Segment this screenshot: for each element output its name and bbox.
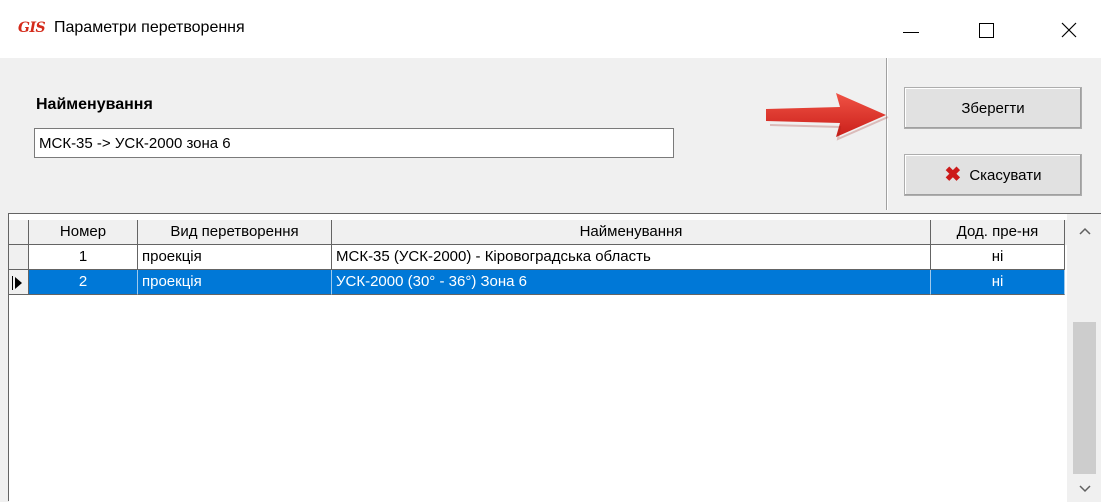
header-type[interactable]: Вид перетворення — [138, 220, 332, 245]
table-row-selected[interactable]: 2 проекція УСК-2000 (30° - 36°) Зона 6 н… — [9, 270, 1067, 295]
current-row-icon — [12, 276, 22, 290]
table-row[interactable]: 1 проекція МСК-35 (УСК-2000) - Кіровогра… — [9, 245, 1067, 270]
chevron-up-icon[interactable] — [1067, 218, 1101, 244]
save-button-label: Зберегти — [961, 99, 1025, 117]
cell-name[interactable]: УСК-2000 (30° - 36°) Зона 6 — [332, 270, 931, 295]
app-logo: GIS — [18, 20, 46, 36]
close-icon[interactable] — [1046, 12, 1092, 48]
cell-name[interactable]: МСК-35 (УСК-2000) - Кіровоградська облас… — [332, 245, 931, 270]
name-input[interactable] — [34, 128, 674, 158]
header-number[interactable]: Номер — [29, 220, 138, 245]
scroll-thumb[interactable] — [1073, 322, 1096, 474]
header-extra[interactable]: Дод. пре-ня — [931, 220, 1065, 245]
cancel-button[interactable]: ✖ Скасувати — [904, 154, 1082, 196]
name-label: Найменування — [36, 96, 153, 113]
minimize-icon[interactable] — [888, 12, 934, 48]
grid-header-row: Номер Вид перетворення Найменування Дод.… — [9, 220, 1067, 245]
red-arrow-icon — [766, 93, 889, 141]
cell-number[interactable]: 2 — [29, 270, 138, 295]
x-icon: ✖ — [944, 164, 962, 186]
maximize-icon[interactable] — [963, 12, 1009, 48]
window-title: Параметри перетворення — [54, 19, 245, 36]
grid-body: Номер Вид перетворення Найменування Дод.… — [9, 214, 1067, 502]
header-name[interactable]: Найменування — [332, 220, 931, 245]
cell-extra[interactable]: ні — [931, 270, 1065, 295]
cell-type[interactable]: проекція — [138, 245, 332, 270]
cell-extra[interactable]: ні — [931, 245, 1065, 270]
cancel-button-label: Скасувати — [969, 166, 1042, 184]
transformations-grid[interactable]: Номер Вид перетворення Найменування Дод.… — [8, 213, 1101, 502]
save-button[interactable]: Зберегти — [904, 87, 1082, 129]
header-indicator-cell — [9, 220, 29, 245]
vertical-scrollbar[interactable] — [1067, 214, 1101, 502]
chevron-down-icon[interactable] — [1067, 476, 1101, 502]
row-indicator-cell[interactable] — [9, 270, 29, 295]
cell-type[interactable]: проекція — [138, 270, 332, 295]
cell-number[interactable]: 1 — [29, 245, 138, 270]
row-indicator-cell[interactable] — [9, 245, 29, 270]
title-bar: GIS Параметри перетворення — [0, 0, 1101, 58]
